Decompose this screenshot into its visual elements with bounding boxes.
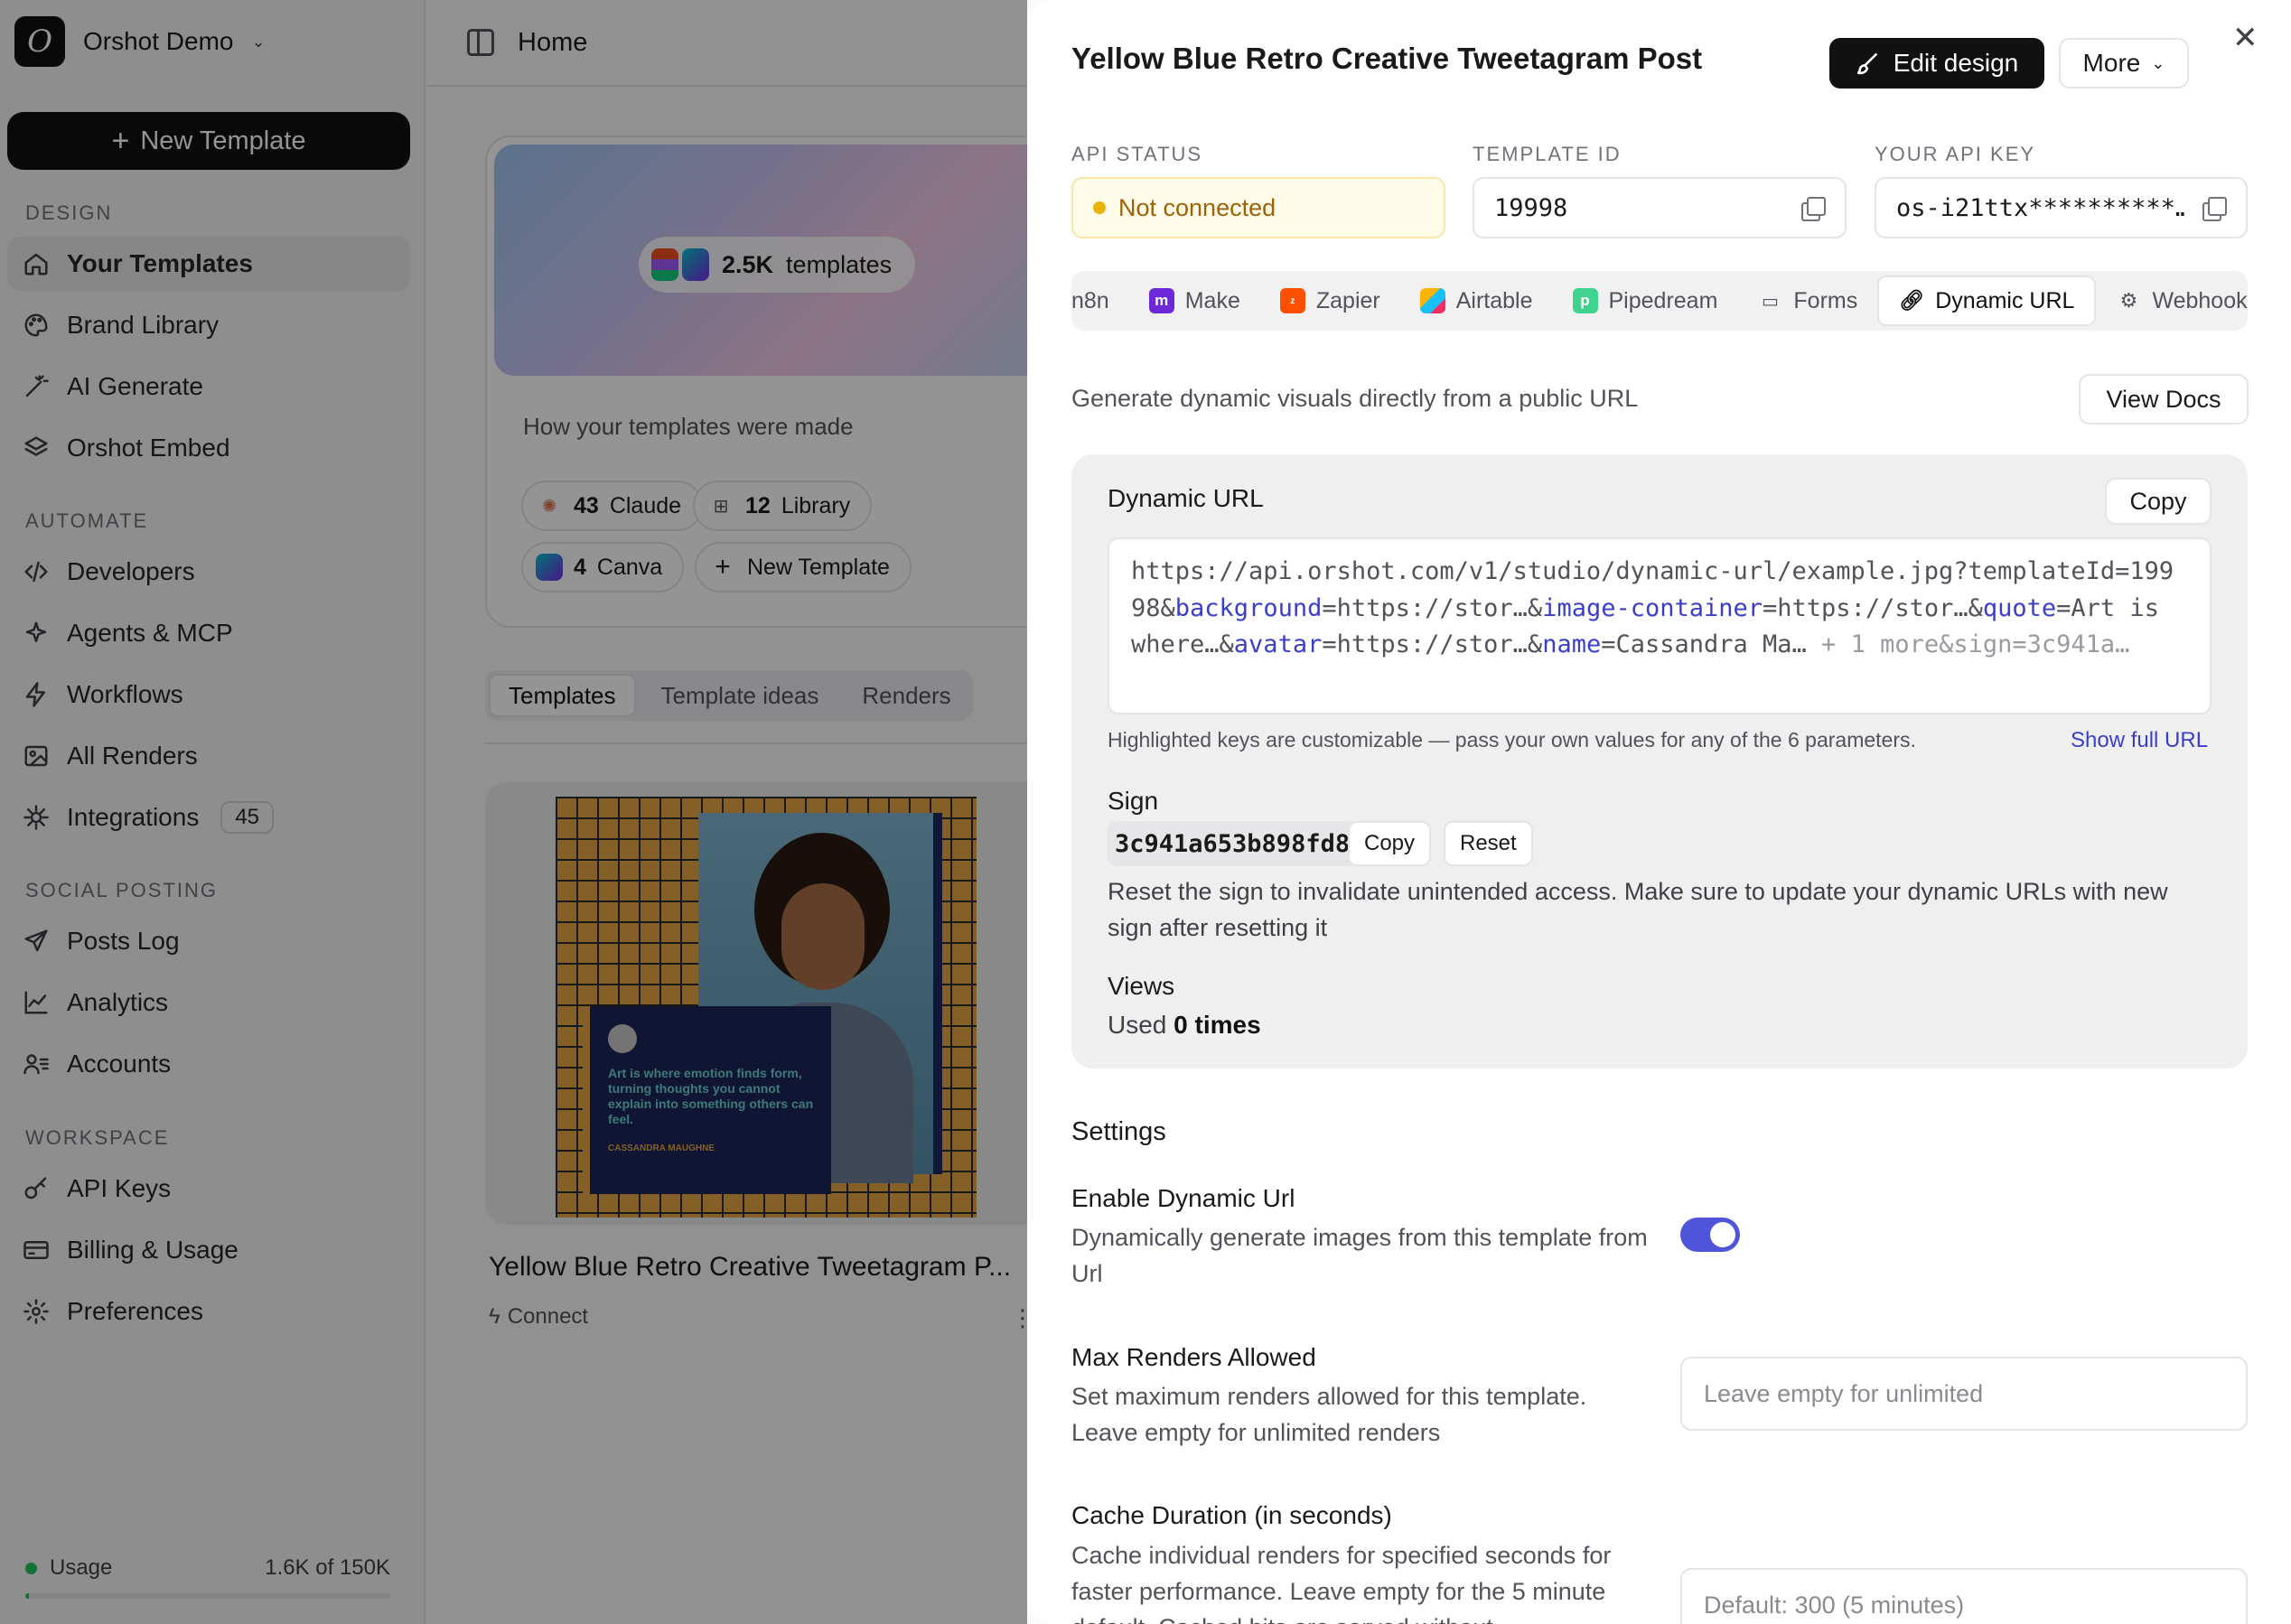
- pipedream-icon: p: [1572, 288, 1598, 313]
- template-id-value: 19998: [1494, 193, 1568, 222]
- sign-description: Reset the sign to invalidate unintended …: [1108, 878, 2168, 941]
- url-sign: &sign=3c941a…: [1939, 630, 2130, 658]
- api-key-value: os-i21ttx**********…: [1896, 193, 2185, 222]
- url-key: name: [1542, 630, 1602, 658]
- dynamic-url-panel: Dynamic URL Copy https://api.orshot.com/…: [1071, 454, 2248, 1069]
- drawer-title: Yellow Blue Retro Creative Tweetagram Po…: [1071, 42, 1703, 75]
- cache-duration-input[interactable]: [1680, 1568, 2248, 1624]
- tab-label: Make: [1184, 287, 1240, 313]
- template-id-field: 19998: [1473, 177, 1847, 238]
- api-key-label: YOUR API KEY: [1875, 143, 2036, 165]
- toggle-knob: [1710, 1222, 1735, 1247]
- status-dot: [1093, 201, 1106, 214]
- settings-title: Settings: [1071, 1117, 1166, 1146]
- tab-label: Webhook: [2152, 287, 2248, 313]
- tab-label: Forms: [1793, 287, 1858, 313]
- cache-duration-label: Cache Duration (in seconds): [1071, 1501, 1392, 1529]
- sign-title: Sign: [1108, 787, 1159, 815]
- make-icon: m: [1148, 288, 1174, 313]
- api-status-label: API STATUS: [1071, 143, 1203, 165]
- tab-forms[interactable]: ▭ Forms: [1737, 275, 1877, 326]
- link-icon: 🔗︎: [1899, 289, 1925, 312]
- copy-icon[interactable]: [2201, 195, 2227, 221]
- tab-zapier[interactable]: z Zapier: [1260, 275, 1400, 326]
- copy-icon[interactable]: [1800, 195, 1826, 221]
- dynamic-url-text[interactable]: https://api.orshot.com/v1/studio/dynamic…: [1108, 537, 2212, 714]
- customizable-keys-hint: Highlighted keys are customizable — pass…: [1108, 728, 1916, 751]
- tab-webhook[interactable]: ⚙︎ Webhook: [2096, 275, 2248, 326]
- template-detail-drawer: Yellow Blue Retro Creative Tweetagram Po…: [1027, 0, 2291, 1624]
- url-key: avatar: [1233, 630, 1323, 658]
- tab-dynamic-url[interactable]: 🔗︎ Dynamic URL: [1877, 275, 2097, 326]
- tab-make[interactable]: m Make: [1129, 275, 1260, 326]
- max-renders-input[interactable]: [1680, 1357, 2248, 1431]
- cache-duration-description: Cache individual renders for specified s…: [1071, 1542, 1612, 1624]
- tab-airtable[interactable]: Airtable: [1400, 275, 1553, 326]
- zapier-icon: z: [1279, 288, 1305, 313]
- tab-n8n[interactable]: n8n: [1071, 275, 1129, 326]
- tab-label: Airtable: [1455, 287, 1533, 313]
- tab-label: Pipedream: [1608, 287, 1718, 313]
- api-status-field: Not connected: [1071, 177, 1445, 238]
- forms-icon: ▭: [1761, 291, 1779, 312]
- more-label: More: [2082, 49, 2141, 77]
- close-icon[interactable]: ✕: [2232, 20, 2258, 56]
- dynamic-url-description: Generate dynamic visuals directly from a…: [1071, 385, 1639, 412]
- copy-sign-button[interactable]: Copy: [1348, 821, 1432, 866]
- tab-label: n8n: [1071, 287, 1109, 313]
- view-docs-button[interactable]: View Docs: [2079, 374, 2249, 425]
- chevron-down-icon: ⌄: [2151, 53, 2165, 72]
- airtable-icon: [1419, 288, 1445, 313]
- webhook-icon: ⚙︎: [2119, 289, 2138, 312]
- sign-value: 3c941a653b898fd8: [1108, 821, 1358, 866]
- enable-dynamic-url-description: Dynamically generate images from this te…: [1071, 1224, 1648, 1287]
- dynamic-url-title: Dynamic URL: [1108, 484, 1264, 512]
- url-value: =Cassandra Ma…: [1601, 630, 1807, 658]
- url-value: =https://stor…&: [1322, 630, 1543, 658]
- show-full-url-link[interactable]: Show full URL: [2071, 728, 2208, 753]
- url-value: =https://stor…&: [1763, 593, 1983, 622]
- max-renders-label: Max Renders Allowed: [1071, 1343, 1316, 1371]
- url-key: image-container: [1542, 593, 1763, 622]
- url-key: quote: [1982, 593, 2057, 622]
- views-title: Views: [1108, 972, 1175, 1000]
- url-more: + 1 more: [1806, 630, 1940, 658]
- tab-pipedream[interactable]: p Pipedream: [1553, 275, 1738, 326]
- enable-dynamic-url-label: Enable Dynamic Url: [1071, 1184, 1295, 1212]
- reset-sign-button[interactable]: Reset: [1444, 821, 1533, 866]
- more-dropdown-button[interactable]: More ⌄: [2059, 38, 2189, 89]
- api-key-field: os-i21ttx**********…: [1875, 177, 2248, 238]
- enable-dynamic-url-toggle[interactable]: [1680, 1218, 1740, 1252]
- edit-design-label: Edit design: [1893, 49, 2019, 77]
- integration-tabs: n8n m Make z Zapier Airtable p Pipedream…: [1071, 271, 2248, 331]
- brush-icon: [1856, 52, 1877, 75]
- modal-backdrop[interactable]: [0, 0, 1027, 1624]
- max-renders-description: Set maximum renders allowed for this tem…: [1071, 1383, 1587, 1446]
- views-prefix: Used: [1108, 1011, 1167, 1039]
- tab-label: Zapier: [1315, 287, 1380, 313]
- url-value: =https://stor…&: [1322, 593, 1543, 622]
- url-key: background: [1174, 593, 1323, 622]
- tab-label: Dynamic URL: [1935, 287, 2075, 313]
- views-value: 0 times: [1174, 1011, 1261, 1039]
- copy-url-button[interactable]: Copy: [2105, 478, 2212, 525]
- views-count: Used 0 times: [1108, 1011, 1261, 1040]
- template-id-label: TEMPLATE ID: [1473, 143, 1622, 165]
- edit-design-button[interactable]: Edit design: [1829, 38, 2044, 89]
- api-status-value: Not connected: [1118, 193, 1276, 221]
